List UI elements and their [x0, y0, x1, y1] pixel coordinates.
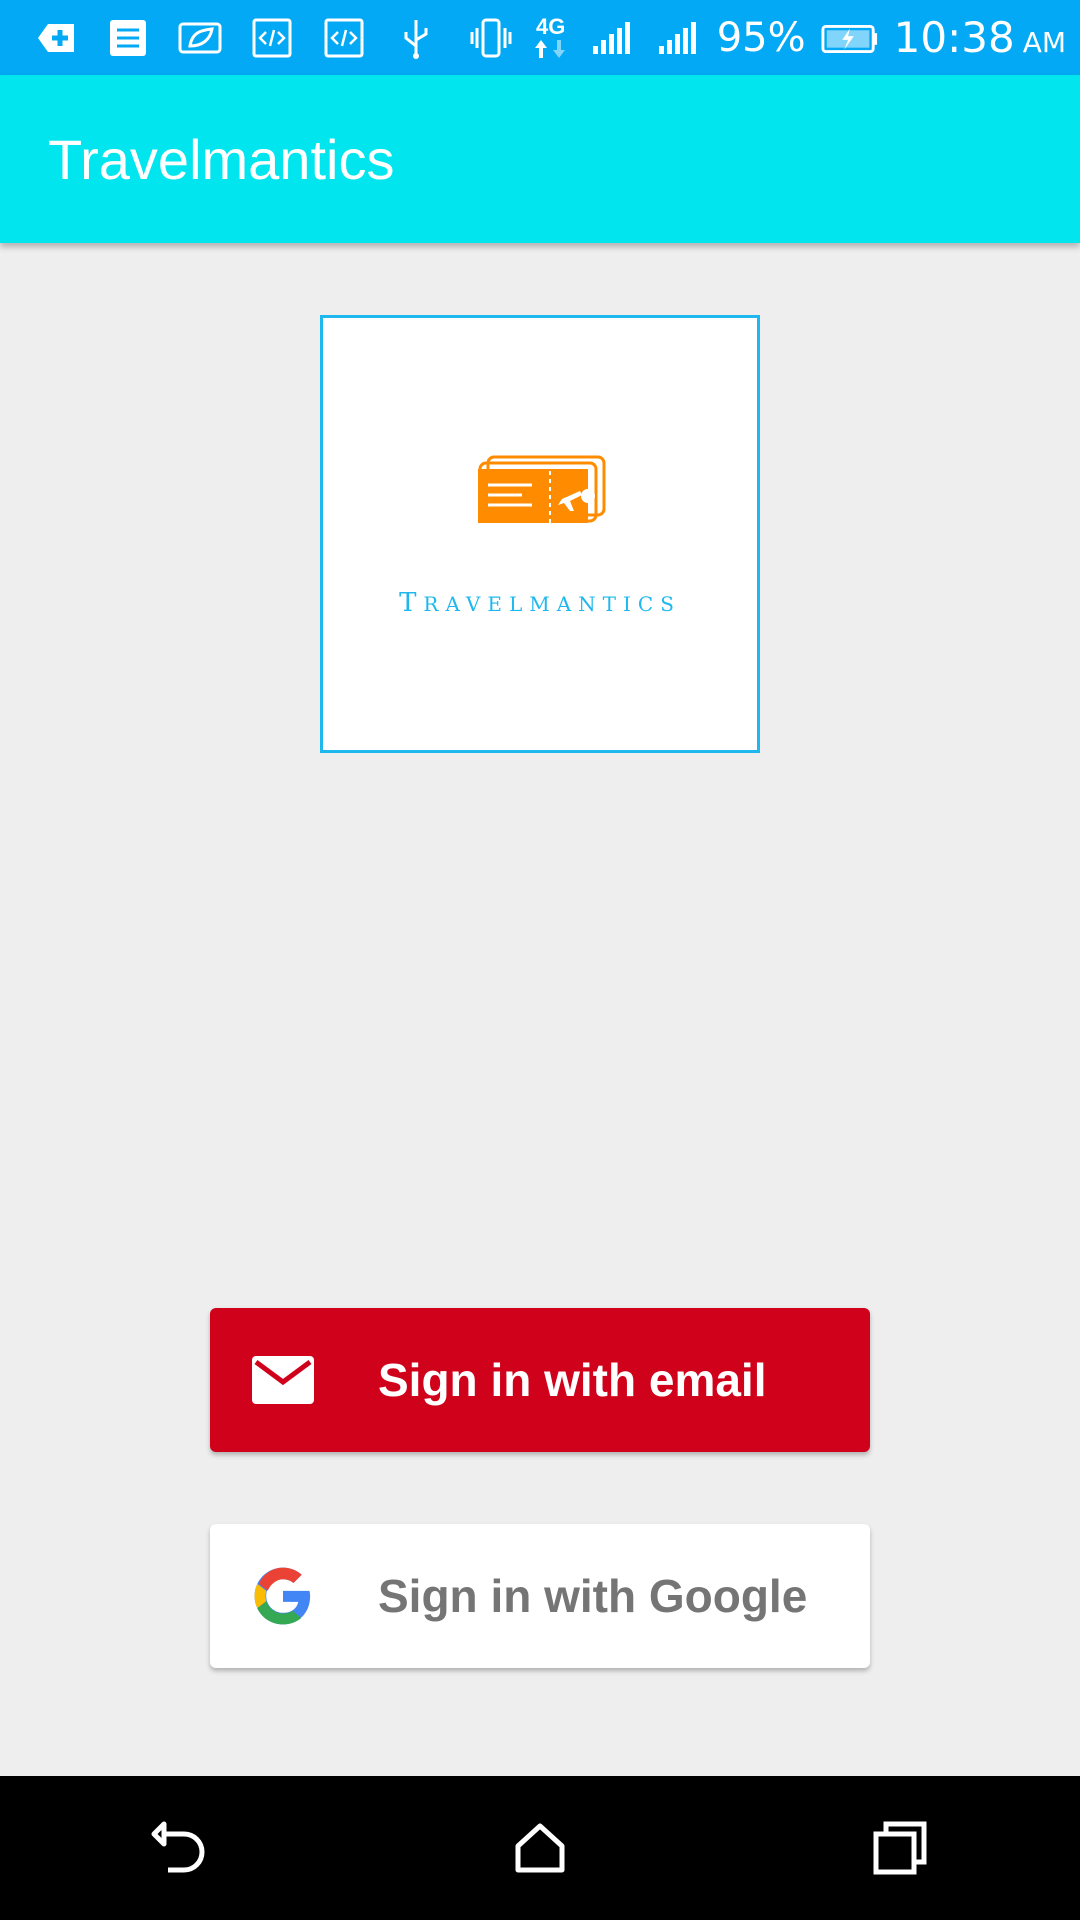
battery-charging-icon	[820, 12, 880, 64]
usb-icon	[390, 12, 442, 64]
clock-ampm: AM	[1022, 26, 1066, 59]
logo-text: TRAVELMANTICS	[399, 588, 681, 618]
home-button[interactable]	[490, 1798, 590, 1898]
network-type-indicator: 4G	[531, 13, 571, 60]
sign-in-google-button[interactable]: Sign in with Google	[210, 1524, 870, 1668]
code-icon	[246, 12, 298, 64]
document-icon	[102, 12, 154, 64]
app-title: Travelmantics	[48, 127, 395, 191]
signal-icon	[651, 12, 703, 64]
ticket-plane-icon	[478, 455, 606, 523]
battery-percent: 95%	[716, 14, 806, 61]
add-icon	[30, 12, 82, 64]
leaf-icon	[174, 12, 226, 64]
app-bar: Travelmantics	[0, 75, 1080, 243]
home-icon	[515, 1823, 565, 1873]
vibrate-icon	[465, 12, 517, 64]
navigation-bar	[0, 1776, 1080, 1920]
recents-button[interactable]	[850, 1798, 950, 1898]
network-type-label: 4G	[536, 13, 566, 39]
status-system-icons: 4G 95% 10:38 AM	[465, 12, 1066, 64]
sign-in-email-button[interactable]: Sign in with email	[210, 1308, 870, 1452]
sign-in-google-label: Sign in with Google	[378, 1570, 808, 1622]
code-icon	[318, 12, 370, 64]
back-icon	[151, 1821, 205, 1873]
recents-icon	[873, 1821, 927, 1875]
status-bar: 4G 95% 10:38 AM	[0, 0, 1080, 75]
back-button[interactable]	[130, 1798, 230, 1898]
signal-icon	[585, 12, 637, 64]
clock: 10:38 AM	[894, 13, 1066, 62]
logo-card: TRAVELMANTICS	[320, 315, 760, 753]
clock-time: 10:38	[893, 13, 1015, 62]
mail-icon	[252, 1349, 314, 1411]
google-g-icon	[252, 1565, 314, 1627]
status-notification-icons	[30, 12, 442, 64]
data-activity-icon	[534, 39, 565, 58]
sign-in-email-label: Sign in with email	[378, 1354, 767, 1406]
